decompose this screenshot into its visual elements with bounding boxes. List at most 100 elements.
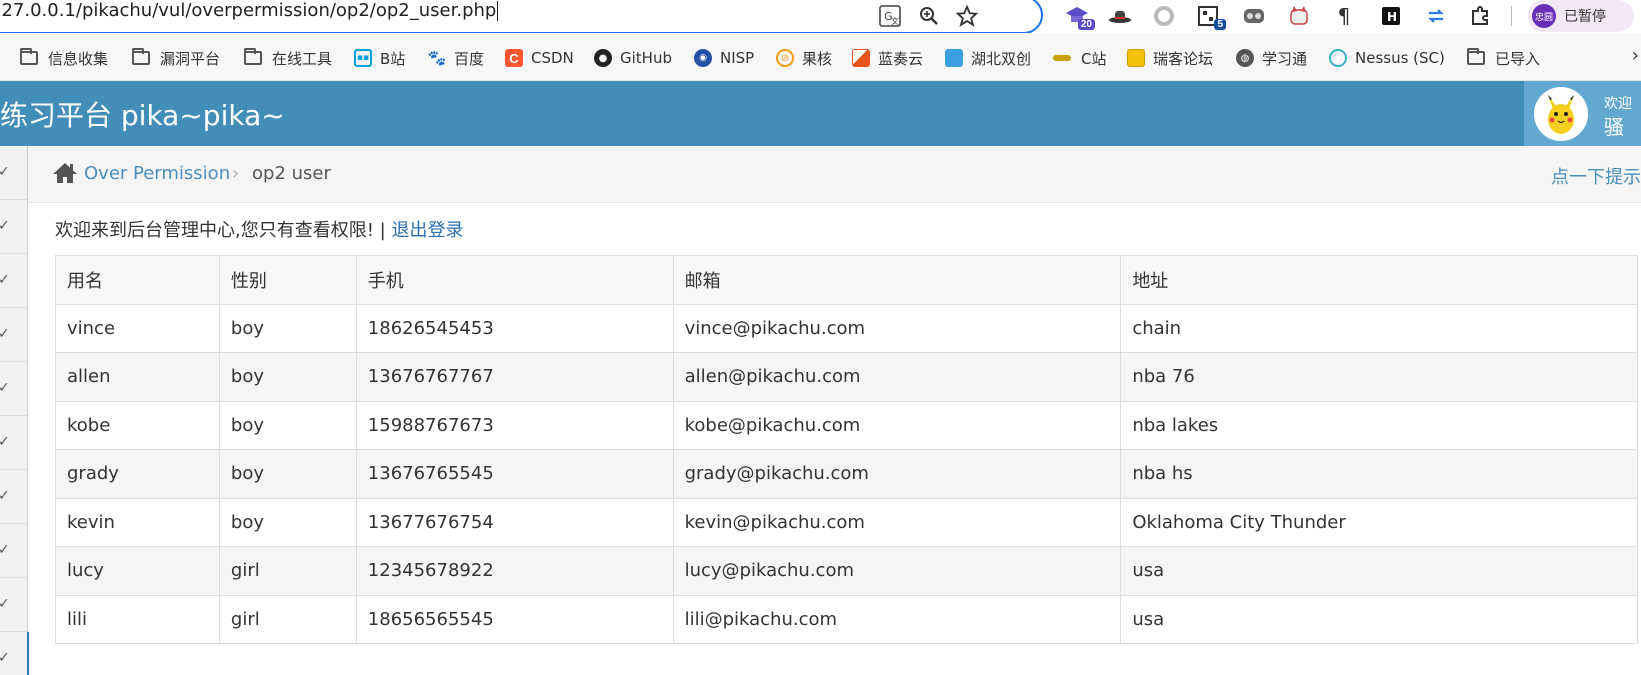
bookmark-item[interactable]: Nessus (SC) xyxy=(1329,46,1445,70)
breadcrumb-separator: › xyxy=(232,163,240,184)
czhan-icon xyxy=(1053,55,1071,61)
check-icon: ✓ xyxy=(0,596,10,612)
profile-paused-button[interactable]: 忠圆 已暂停 xyxy=(1528,0,1634,32)
cell-address: nba lakes xyxy=(1120,400,1638,450)
table-row: allen boy 13676767767 allen@pikachu.com … xyxy=(55,352,1638,402)
cell-address: usa xyxy=(1120,546,1638,596)
home-icon[interactable] xyxy=(52,161,78,185)
hubei-icon xyxy=(945,49,963,67)
bookmark-item[interactable]: 🐾 百度 xyxy=(428,46,484,70)
cell-gender: boy xyxy=(218,497,357,547)
bookmark-item[interactable]: ⊘ 果核 xyxy=(776,46,832,70)
bookmark-item[interactable]: C CSDN xyxy=(505,46,574,70)
bookmark-item[interactable]: 蓝奏云 xyxy=(852,46,923,70)
bookmarks-bar: 信息收集 漏洞平台 在线工具 ▪▪ B站 🐾 百度 C CSDN ● GitHub ◉ N… xyxy=(0,33,1641,81)
translate-icon[interactable]: G文 xyxy=(877,3,903,29)
extensions-puzzle-icon[interactable] xyxy=(1466,2,1494,30)
bookmark-star-icon[interactable] xyxy=(954,3,980,29)
extension-repeat-icon[interactable] xyxy=(1422,2,1450,30)
cell-phone: 18626545453 xyxy=(355,303,674,353)
pikachu-avatar xyxy=(1534,87,1588,141)
baidu-paw-icon: 🐾 xyxy=(427,49,447,67)
user-menu[interactable]: 欢迎 骚年 xyxy=(1524,81,1641,168)
sidebar-item[interactable]: ✓ xyxy=(0,470,27,524)
bookmark-item[interactable]: 漏洞平台 xyxy=(132,46,220,70)
bookmark-item[interactable]: C站 xyxy=(1053,46,1106,70)
cell-address: usa xyxy=(1120,594,1638,644)
logout-link[interactable]: 退出登录 xyxy=(391,220,463,241)
cell-username: lucy xyxy=(55,546,220,596)
cell-gender: girl xyxy=(218,546,357,596)
toolbar-separator xyxy=(1511,6,1512,26)
sidebar-item[interactable]: ✓ xyxy=(0,308,27,362)
folder-icon xyxy=(20,48,38,65)
bookmark-item[interactable]: ◍ 学习通 xyxy=(1236,46,1307,70)
sidebar-item[interactable]: ✓ xyxy=(0,146,27,200)
nisp-icon: ◉ xyxy=(694,49,712,67)
cell-gender: boy xyxy=(218,400,357,450)
bookmark-item[interactable]: ▪▪ B站 xyxy=(354,46,405,70)
extension-pilcrow-icon[interactable]: ¶ xyxy=(1330,2,1358,30)
breadcrumb-link-over-permission[interactable]: Over Permission xyxy=(84,163,230,184)
bookmark-item[interactable]: 瑞客论坛 xyxy=(1127,46,1213,70)
cell-phone: 18656565545 xyxy=(355,594,674,644)
check-icon: ✓ xyxy=(0,164,10,180)
extension-circle-icon[interactable] xyxy=(1150,2,1178,30)
column-header-username: 用名 xyxy=(55,255,220,305)
table-row: kevin boy 13677676754 kevin@pikachu.com … xyxy=(55,497,1638,547)
folder-icon xyxy=(244,48,262,65)
check-icon: ✓ xyxy=(0,542,10,558)
site-header: 练习平台 pika~pika~ 欢迎 骚年 xyxy=(0,81,1641,168)
extension-graduation-icon[interactable]: 20 xyxy=(1063,2,1095,30)
cell-email: grady@pikachu.com xyxy=(672,449,1122,499)
cell-email: lucy@pikachu.com xyxy=(672,546,1122,596)
extension-cat-icon[interactable] xyxy=(1285,2,1313,30)
bookmark-item[interactable]: ◉ NISP xyxy=(694,46,754,70)
extension-h-icon[interactable]: H xyxy=(1377,2,1405,30)
table-row: grady boy 13676765545 grady@pikachu.com … xyxy=(55,449,1638,499)
cell-gender: boy xyxy=(218,303,357,353)
user-table: 用名 性别 手机 邮箱 地址 vince boy 18626545453 vin… xyxy=(55,255,1638,644)
bookmark-item[interactable]: 在线工具 xyxy=(244,46,332,70)
cell-phone: 13676767767 xyxy=(355,352,674,402)
cell-address: chain xyxy=(1120,303,1638,353)
table-row: vince boy 18626545453 vince@pikachu.com … xyxy=(55,303,1638,353)
sidebar-item[interactable]: ✓ xyxy=(0,362,27,416)
cell-username: grady xyxy=(55,449,220,499)
browser-toolbar: 127.0.0.1/pikachu/vul/overpermission/op2… xyxy=(0,0,1641,34)
check-icon: ✓ xyxy=(0,488,10,504)
check-icon: ✓ xyxy=(0,380,10,396)
welcome-text: 欢迎来到后台管理中心,您只有查看权限! | xyxy=(55,220,392,241)
hint-link[interactable]: 点一下提示 xyxy=(1551,163,1641,189)
bookmark-item[interactable]: 湖北双创 xyxy=(945,46,1031,70)
site-title[interactable]: 练习平台 pika~pika~ xyxy=(0,94,285,134)
extension-mask-icon[interactable] xyxy=(1240,2,1268,30)
table-row: kobe boy 15988767673 kobe@pikachu.com nb… xyxy=(55,400,1638,450)
sidebar-item[interactable]: ✓ xyxy=(0,254,27,308)
sidebar-item-active[interactable]: ✓ xyxy=(0,632,29,675)
sidebar-item[interactable]: ✓ xyxy=(0,524,27,578)
bookmark-item[interactable]: ● GitHub xyxy=(594,46,672,70)
sidebar-item[interactable]: ✓ xyxy=(0,200,27,254)
bookmarks-more-icon[interactable]: › xyxy=(1632,45,1639,66)
cell-username: kobe xyxy=(55,400,220,450)
sidebar-item[interactable]: ✓ xyxy=(0,578,27,632)
check-icon: ✓ xyxy=(0,326,10,342)
sidebar-item[interactable]: ✓ xyxy=(0,416,27,470)
extension-hat-icon[interactable] xyxy=(1106,2,1134,30)
guohe-icon: ⊘ xyxy=(776,49,794,67)
column-header-address: 地址 xyxy=(1120,255,1638,305)
bilibili-icon: ▪▪ xyxy=(354,49,372,67)
cell-email: kevin@pikachu.com xyxy=(672,497,1122,547)
nessus-icon xyxy=(1329,49,1347,67)
paused-label: 已暂停 xyxy=(1564,9,1606,25)
bookmark-item[interactable]: 已导入 xyxy=(1467,46,1540,70)
column-header-phone: 手机 xyxy=(355,255,674,305)
cell-username: kevin xyxy=(55,497,220,547)
bookmark-item[interactable]: 信息收集 xyxy=(20,46,108,70)
zoom-icon[interactable] xyxy=(916,3,942,29)
address-url[interactable]: 127.0.0.1/pikachu/vul/overpermission/op2… xyxy=(0,0,496,21)
cell-username: allen xyxy=(55,352,220,402)
extension-qr-icon[interactable]: 5 xyxy=(1194,2,1226,30)
cell-phone: 13677676754 xyxy=(355,497,674,547)
